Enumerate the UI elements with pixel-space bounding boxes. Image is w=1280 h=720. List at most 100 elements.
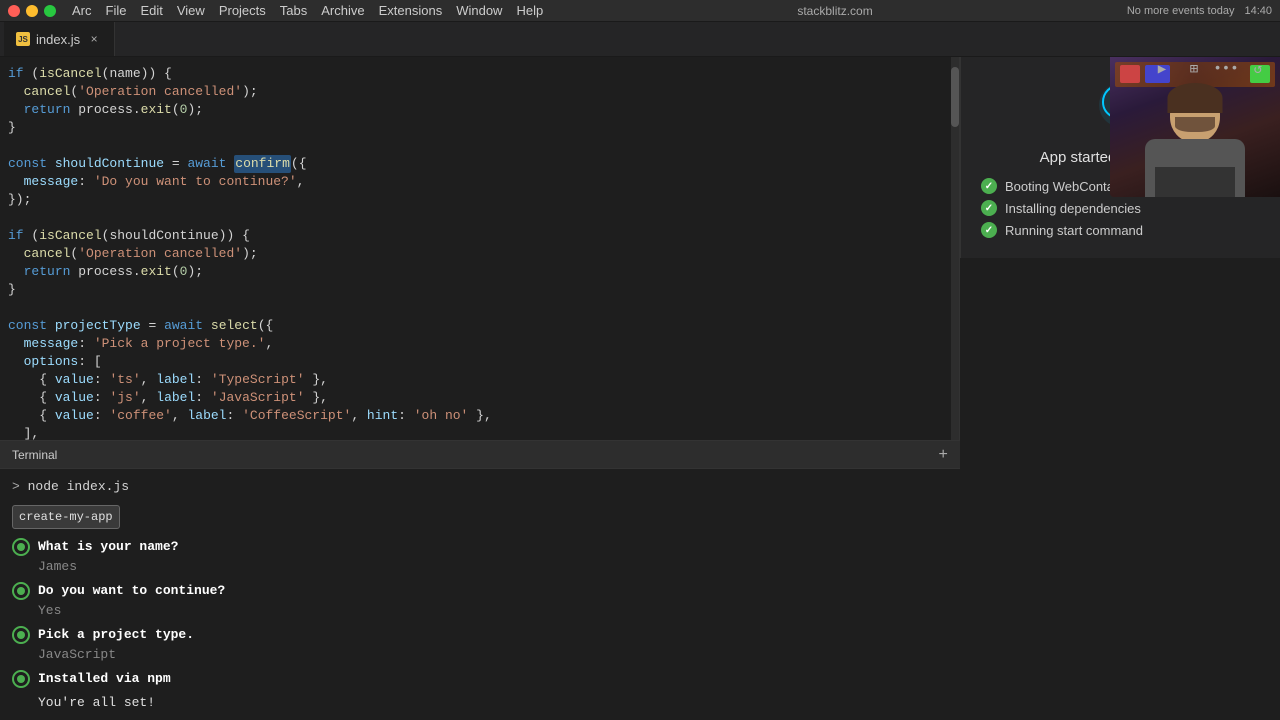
- app-label: create-my-app: [12, 505, 120, 529]
- code-line-12: return process.exit(0);: [0, 263, 959, 281]
- code-line-13: }: [0, 281, 959, 299]
- q3-circle-inner: [17, 631, 25, 639]
- q2-answer: Yes: [38, 601, 225, 621]
- terminal-command: node index.js: [28, 479, 129, 494]
- menu-arc[interactable]: Arc: [72, 3, 92, 18]
- terminal-add-button[interactable]: +: [938, 446, 948, 464]
- menu-extensions[interactable]: Extensions: [379, 3, 443, 18]
- code-line-7: message: 'Do you want to continue?',: [0, 173, 959, 191]
- check-icon-3: [981, 222, 997, 238]
- terminal-header: Terminal +: [0, 441, 960, 469]
- status-item-2: Installing dependencies: [981, 200, 1260, 216]
- status-item-3: Running start command: [981, 222, 1260, 238]
- tabbar: JS index.js × ▶ ⊞ ••• ↺: [0, 22, 1280, 57]
- refresh-button[interactable]: ↺: [1246, 57, 1270, 81]
- q2: Do you want to continue? Yes: [12, 581, 948, 621]
- q3: Pick a project type. JavaScript: [12, 625, 948, 665]
- code-line-21: ],: [0, 425, 959, 440]
- run-button[interactable]: ▶: [1150, 57, 1174, 81]
- more-button[interactable]: •••: [1214, 57, 1238, 81]
- code-line-20: { value: 'coffee', label: 'CoffeeScript'…: [0, 407, 959, 425]
- code-line-14: [0, 299, 959, 317]
- split-button[interactable]: ⊞: [1182, 57, 1206, 81]
- menu-edit[interactable]: Edit: [140, 3, 162, 18]
- titlebar-left: Arc File Edit View Projects Tabs Archive…: [8, 3, 543, 18]
- code-line-16: message: 'Pick a project type.',: [0, 335, 959, 353]
- q2-circle-inner: [17, 587, 25, 595]
- terminal-prompt-line: > node index.js: [12, 477, 948, 497]
- q1: What is your name? James: [12, 537, 948, 577]
- q2-circle: [12, 582, 30, 600]
- q3-answer: JavaScript: [38, 645, 194, 665]
- right-overlay: App started successfully Booting WebCont…: [960, 57, 1280, 720]
- main-area: if (isCancel(name)) { cancel('Operation …: [0, 57, 1280, 720]
- titlebar-menu: Arc File Edit View Projects Tabs Archive…: [72, 3, 543, 18]
- code-line-6: const shouldContinue = await confirm({: [0, 155, 959, 173]
- code-line-17: options: [: [0, 353, 959, 371]
- minimize-dot[interactable]: [26, 5, 38, 17]
- code-line-1: if (isCancel(name)) {: [0, 65, 959, 83]
- done-line: You're all set!: [38, 693, 948, 713]
- menu-archive[interactable]: Archive: [321, 3, 364, 18]
- q4-text: Installed via npm: [38, 669, 171, 689]
- js-file-icon: JS: [16, 32, 30, 46]
- check-icon-1: [981, 178, 997, 194]
- titlebar-url: stackblitz.com: [797, 4, 872, 18]
- titlebar: Arc File Edit View Projects Tabs Archive…: [0, 0, 1280, 22]
- code-line-18: { value: 'ts', label: 'TypeScript' },: [0, 371, 959, 389]
- code-editor[interactable]: if (isCancel(name)) { cancel('Operation …: [0, 57, 960, 440]
- q4-circle-inner: [17, 675, 25, 683]
- q4-installed: Installed via npm: [38, 669, 171, 689]
- content-area: if (isCancel(name)) { cancel('Operation …: [0, 57, 1280, 720]
- code-line-9: [0, 209, 959, 227]
- editor-toolbar: ▶ ⊞ ••• ↺: [1150, 57, 1270, 81]
- menu-help[interactable]: Help: [516, 3, 543, 18]
- q4: Installed via npm: [12, 669, 948, 689]
- q3-circle: [12, 626, 30, 644]
- code-line-15: const projectType = await select({: [0, 317, 959, 335]
- check-icon-2: [981, 200, 997, 216]
- code-line-11: cancel('Operation cancelled');: [0, 245, 959, 263]
- code-line-8: });: [0, 191, 959, 209]
- menu-view[interactable]: View: [177, 3, 205, 18]
- status-label-3: Running start command: [1005, 223, 1143, 238]
- left-content: if (isCancel(name)) { cancel('Operation …: [0, 57, 960, 720]
- no-events-label: No more events today: [1127, 5, 1235, 17]
- tab-index-js[interactable]: JS index.js ×: [4, 22, 115, 56]
- code-line-19: { value: 'js', label: 'JavaScript' },: [0, 389, 959, 407]
- status-label-2: Installing dependencies: [1005, 201, 1141, 216]
- titlebar-right: No more events today 14:40: [1127, 5, 1272, 17]
- tab-close-button[interactable]: ×: [86, 31, 102, 47]
- q1-question: What is your name?: [38, 537, 178, 557]
- terminal-title: Terminal: [12, 448, 57, 462]
- q3-question: Pick a project type.: [38, 625, 194, 645]
- menu-projects[interactable]: Projects: [219, 3, 266, 18]
- close-dot[interactable]: [8, 5, 20, 17]
- scrollbar-thumb: [951, 67, 959, 127]
- menu-file[interactable]: File: [106, 3, 127, 18]
- code-line-2: cancel('Operation cancelled');: [0, 83, 959, 101]
- maximize-dot[interactable]: [44, 5, 56, 17]
- app-label-line: create-my-app: [12, 501, 948, 533]
- q4-circle: [12, 670, 30, 688]
- code-line-4: }: [0, 119, 959, 137]
- code-line-3: return process.exit(0);: [0, 101, 959, 119]
- code-line-10: if (isCancel(shouldContinue)) {: [0, 227, 959, 245]
- q2-text: Do you want to continue? Yes: [38, 581, 225, 621]
- code-content: if (isCancel(name)) { cancel('Operation …: [0, 57, 959, 440]
- q1-answer: James: [38, 557, 178, 577]
- terminal-section: Terminal + > node index.js create-my-app: [0, 440, 960, 720]
- clock: 14:40: [1244, 5, 1272, 17]
- terminal-content[interactable]: > node index.js create-my-app What is yo…: [0, 469, 960, 720]
- q1-circle-inner: [17, 543, 25, 551]
- tab-filename: index.js: [36, 32, 80, 47]
- q2-question: Do you want to continue?: [38, 581, 225, 601]
- editor-scrollbar[interactable]: [951, 57, 959, 440]
- menu-tabs[interactable]: Tabs: [280, 3, 307, 18]
- code-line-5: [0, 137, 959, 155]
- q1-text: What is your name? James: [38, 537, 178, 577]
- q1-circle: [12, 538, 30, 556]
- menu-window[interactable]: Window: [456, 3, 502, 18]
- prompt-symbol: >: [12, 479, 28, 494]
- q3-text: Pick a project type. JavaScript: [38, 625, 194, 665]
